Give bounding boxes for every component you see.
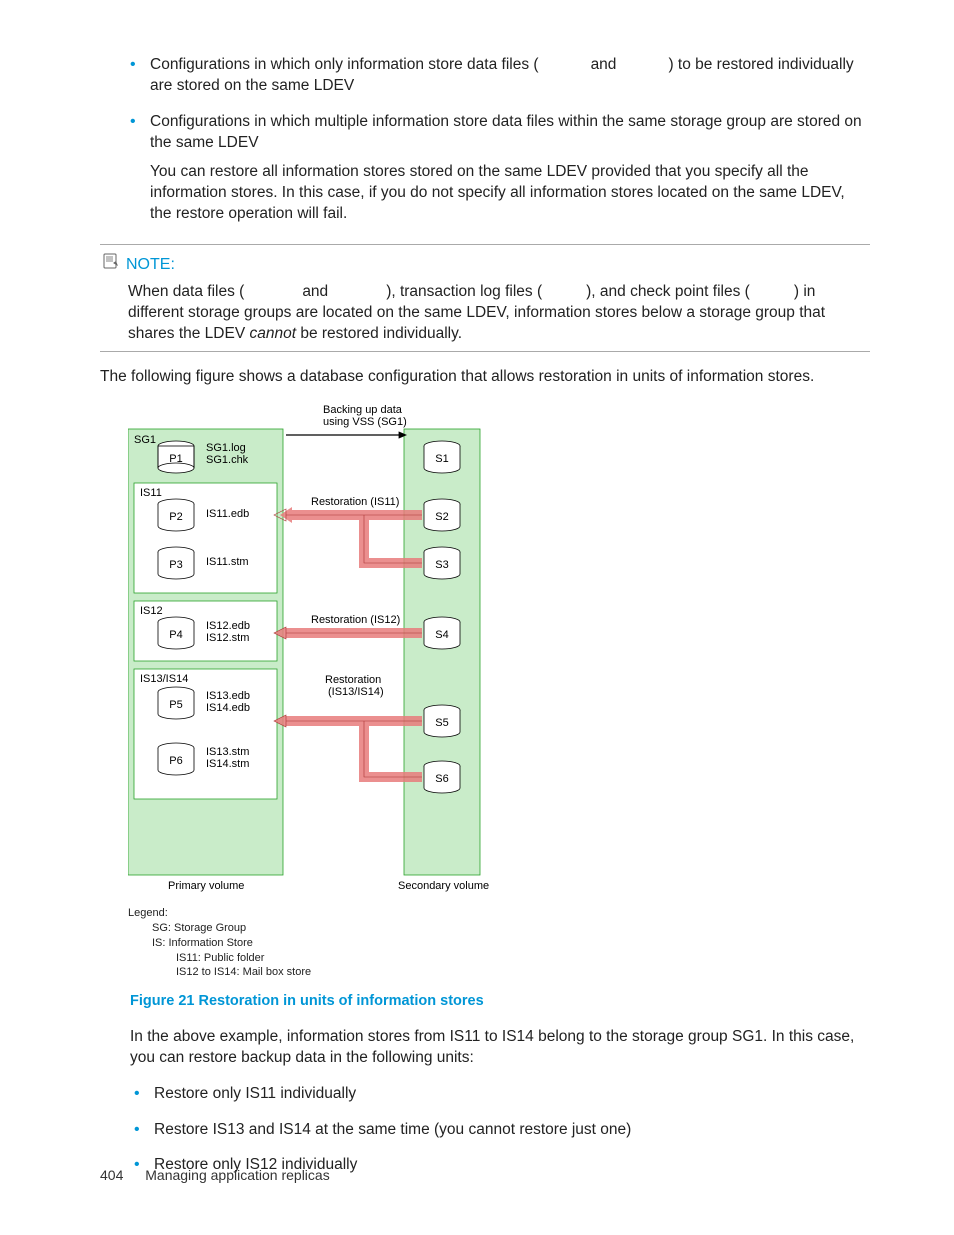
figure-caption: Figure 21 Restoration in units of inform… — [130, 992, 870, 1012]
svg-text:P6: P6 — [169, 755, 182, 767]
svg-text:S6: S6 — [435, 773, 448, 785]
text: You can restore all information stores s… — [150, 162, 870, 225]
disk-p5: P5 — [158, 687, 194, 719]
list-item: Restore only IS11 individually — [154, 1084, 870, 1105]
svg-text:P3: P3 — [169, 559, 182, 571]
disk-p2: P2 — [158, 499, 194, 531]
note-icon — [102, 253, 120, 275]
svg-text:(IS13/IS14): (IS13/IS14) — [328, 686, 384, 698]
figure-legend: Legend: SG: Storage Group IS: Informatio… — [128, 906, 870, 980]
svg-text:P5: P5 — [169, 699, 182, 711]
page-footer: 404 Managing application replicas — [100, 1166, 330, 1185]
disk-p4: P4 — [158, 617, 194, 649]
svg-text:IS11.edb: IS11.edb — [206, 508, 249, 520]
backup-label-l2: using VSS (SG1) — [323, 416, 407, 428]
note-heading: NOTE: — [126, 256, 175, 273]
divider — [100, 351, 870, 352]
backup-label-l1: Backing up data — [323, 404, 403, 416]
svg-text:S4: S4 — [435, 629, 448, 641]
disk-p6: P6 — [158, 743, 194, 775]
page-number: 404 — [100, 1167, 123, 1183]
svg-text:P1: P1 — [169, 453, 182, 465]
text: and — [591, 56, 617, 73]
list-item: Configurations in which only information… — [150, 55, 870, 97]
svg-text:IS13.stm: IS13.stm — [206, 746, 249, 758]
svg-text:S3: S3 — [435, 559, 448, 571]
top-bullet-list: Configurations in which only information… — [100, 55, 870, 224]
svg-text:IS14.stm: IS14.stm — [206, 758, 249, 770]
svg-text:IS11.stm: IS11.stm — [206, 556, 249, 568]
svg-text:Primary volume: Primary volume — [168, 880, 244, 892]
disk-p1: P1 — [158, 441, 194, 473]
list-item: Restore IS13 and IS14 at the same time (… — [154, 1120, 870, 1141]
svg-text:P4: P4 — [169, 629, 182, 641]
footer-title: Managing application replicas — [145, 1167, 329, 1183]
bottom-bullet-list: Restore only IS11 individually Restore I… — [100, 1084, 870, 1177]
list-item: Configurations in which multiple informa… — [150, 112, 870, 225]
svg-text:IS12.edb: IS12.edb — [206, 620, 250, 632]
page-content: Configurations in which only information… — [100, 55, 870, 1191]
svg-text:IS12: IS12 — [140, 605, 163, 617]
svg-text:Restoration: Restoration — [325, 674, 381, 686]
note-body: When data files (and), transaction log f… — [100, 282, 870, 345]
svg-text:SG1.chk: SG1.chk — [206, 454, 249, 466]
text: Configurations in which only information… — [150, 56, 539, 73]
svg-text:S2: S2 — [435, 511, 448, 523]
paragraph: The following figure shows a database co… — [100, 367, 870, 388]
svg-text:P2: P2 — [169, 511, 182, 523]
svg-text:Restoration (IS11): Restoration (IS11) — [311, 496, 399, 508]
svg-text:IS13/IS14: IS13/IS14 — [140, 673, 188, 685]
svg-text:Restoration (IS12): Restoration (IS12) — [311, 614, 400, 626]
svg-text:IS12.stm: IS12.stm — [206, 632, 249, 644]
svg-text:Secondary volume: Secondary volume — [398, 880, 489, 892]
svg-text:S1: S1 — [435, 453, 448, 465]
divider — [100, 244, 870, 245]
svg-text:IS14.edb: IS14.edb — [206, 702, 250, 714]
figure-diagram: Backing up data using VSS (SG1) SG1 P1 S… — [128, 403, 870, 900]
sg1-label: SG1 — [134, 434, 156, 446]
note-block: NOTE: When data files (and), transaction… — [100, 253, 870, 345]
svg-text:S5: S5 — [435, 717, 448, 729]
text: Configurations in which multiple informa… — [150, 112, 870, 154]
svg-text:SG1.log: SG1.log — [206, 442, 246, 454]
svg-text:IS13.edb: IS13.edb — [206, 690, 250, 702]
paragraph: In the above example, information stores… — [130, 1027, 870, 1069]
disk-p3: P3 — [158, 547, 194, 579]
svg-text:IS11: IS11 — [140, 487, 162, 499]
